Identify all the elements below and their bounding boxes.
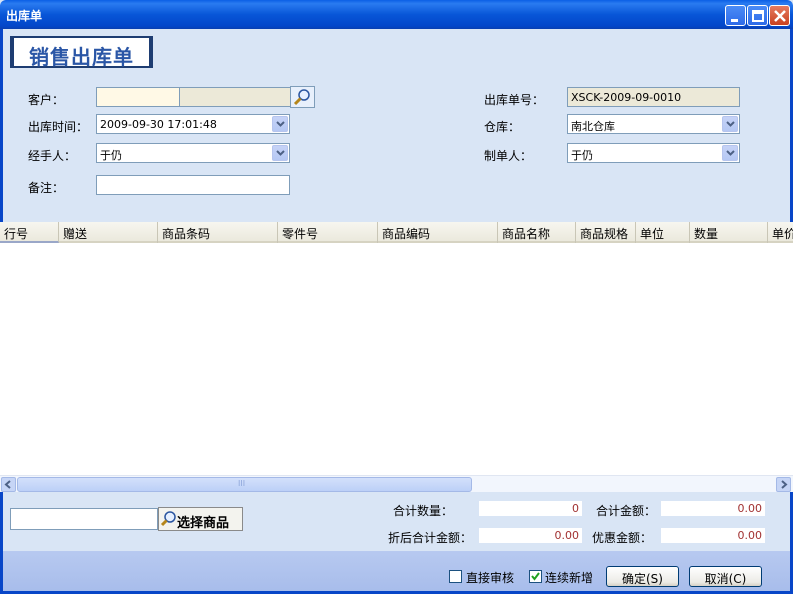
customer-label: 客户：: [28, 93, 65, 107]
close-button[interactable]: [769, 5, 790, 26]
maker-label: 制单人：: [484, 149, 533, 163]
arrow-right-icon: [781, 480, 788, 489]
column-header-gift[interactable]: 赠送: [59, 222, 158, 243]
maker-value: 于仍: [571, 149, 593, 162]
handler-label: 经手人：: [28, 149, 77, 163]
grid-horizontal-scrollbar[interactable]: III: [0, 475, 793, 492]
direct-audit-label[interactable]: 直接审核: [466, 569, 514, 586]
out-time-label: 出库时间：: [28, 120, 89, 134]
handler-select[interactable]: 于仍: [96, 143, 290, 163]
form-banner: 销售出库单: [10, 36, 153, 69]
direct-audit-checkbox[interactable]: [449, 570, 462, 583]
discount-total-value: 0.00: [479, 528, 582, 543]
magnifier-icon: [293, 89, 310, 106]
warehouse-dropdown-button[interactable]: [722, 116, 738, 132]
remark-input[interactable]: [96, 175, 290, 195]
grid-header: 行号 赠送 商品条码 零件号 商品编码 商品名称 商品规格 单位 数量 单价: [0, 222, 793, 243]
close-icon: [774, 10, 786, 22]
window-title: 出库单: [6, 9, 43, 23]
column-header-product-code[interactable]: 商品编码: [378, 222, 498, 243]
remark-label: 备注：: [28, 181, 65, 195]
scroll-thumb[interactable]: III: [17, 477, 472, 492]
order-no-label: 出库单号：: [484, 93, 545, 107]
order-no-field: XSCK-2009-09-0010: [567, 87, 740, 107]
warehouse-value: 南北仓库: [571, 120, 615, 133]
ok-button[interactable]: 确定(S): [606, 566, 679, 587]
column-header-row-no[interactable]: 行号: [0, 222, 59, 243]
total-amount-value: 0.00: [661, 501, 765, 516]
total-qty-label: 合计数量：: [393, 504, 454, 518]
chevron-down-icon: [726, 150, 735, 156]
handler-value: 于仍: [100, 149, 122, 162]
maximize-icon: [752, 10, 764, 22]
minimize-button[interactable]: [725, 5, 746, 26]
continuous-add-label[interactable]: 连续新增: [545, 569, 593, 586]
chevron-down-icon: [276, 121, 285, 127]
select-product-button[interactable]: 选择商品: [158, 507, 243, 531]
column-header-unit[interactable]: 单位: [636, 222, 690, 243]
scroll-left-button[interactable]: [1, 477, 16, 492]
chevron-down-icon: [276, 150, 285, 156]
out-time-picker[interactable]: 2009-09-30 17:01:48: [96, 114, 290, 134]
total-amount-label: 合计金额：: [596, 504, 657, 518]
maximize-button[interactable]: [747, 5, 768, 26]
items-grid[interactable]: 行号 赠送 商品条码 零件号 商品编码 商品名称 商品规格 单位 数量 单价 I…: [0, 222, 793, 492]
scroll-right-button[interactable]: [776, 477, 791, 492]
column-header-part-no[interactable]: 零件号: [278, 222, 378, 243]
maker-select[interactable]: 于仍: [567, 143, 740, 163]
magnifier-icon: [160, 511, 176, 527]
handler-dropdown-button[interactable]: [272, 145, 288, 161]
checkmark-icon: [531, 572, 540, 581]
warehouse-select[interactable]: 南北仓库: [567, 114, 740, 134]
out-time-value: 2009-09-30 17:01:48: [100, 118, 217, 131]
title-bar[interactable]: 出库单: [0, 0, 793, 29]
customer-name-display: [179, 87, 291, 107]
column-header-unit-price[interactable]: 单价: [768, 222, 793, 243]
column-header-product-name[interactable]: 商品名称: [498, 222, 576, 243]
minimize-icon: [731, 19, 738, 22]
cancel-button[interactable]: 取消(C): [689, 566, 762, 587]
column-header-quantity[interactable]: 数量: [690, 222, 768, 243]
promo-amount-label: 优惠金额：: [592, 531, 653, 545]
warehouse-label: 仓库：: [484, 120, 521, 134]
customer-search-button[interactable]: [290, 86, 315, 108]
scroll-thumb-grip: III: [238, 479, 246, 488]
discount-total-label: 折后合计金额：: [388, 531, 473, 545]
continuous-add-checkbox[interactable]: [529, 570, 542, 583]
promo-amount-value: 0.00: [661, 528, 765, 543]
column-header-spec[interactable]: 商品规格: [576, 222, 636, 243]
column-header-barcode[interactable]: 商品条码: [158, 222, 278, 243]
total-qty-value: 0: [479, 501, 582, 516]
out-time-dropdown-button[interactable]: [272, 116, 288, 132]
product-quick-input[interactable]: [10, 508, 158, 530]
customer-input[interactable]: [96, 87, 180, 107]
maker-dropdown-button[interactable]: [722, 145, 738, 161]
chevron-down-icon: [726, 121, 735, 127]
select-product-label: 选择商品: [177, 516, 230, 531]
banner-title: 销售出库单: [29, 45, 134, 69]
arrow-left-icon: [4, 480, 11, 489]
